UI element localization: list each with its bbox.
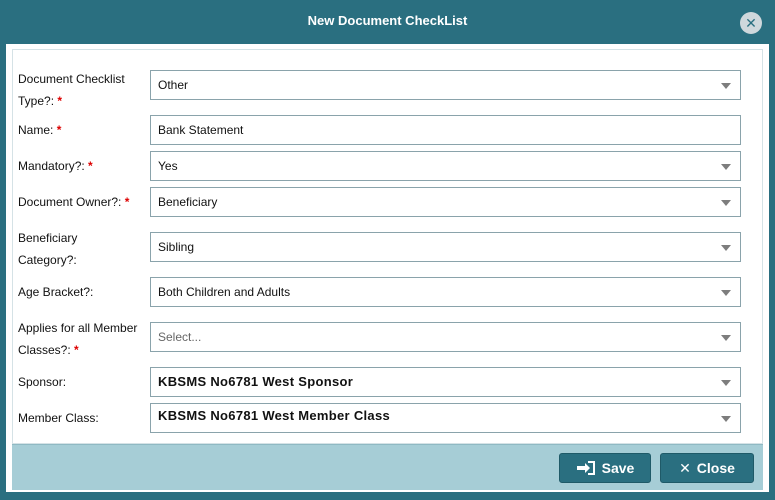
age-bracket-select[interactable]: Both Children and Adults	[150, 277, 741, 307]
member-class-label: Member Class:	[18, 411, 99, 425]
field-row-age-bracket: Age Bracket?: Both Children and Adults	[13, 277, 764, 307]
document-owner-select[interactable]: Beneficiary	[150, 187, 741, 217]
chevron-down-icon[interactable]	[721, 380, 731, 386]
document-checklist-type-label: Document Checklist Type?: *	[18, 72, 125, 108]
applies-member-classes-label: Applies for all Member Classes?: *	[18, 321, 138, 357]
chevron-down-icon[interactable]	[721, 290, 731, 296]
chevron-down-icon[interactable]	[721, 245, 731, 251]
chevron-down-icon[interactable]	[721, 83, 731, 89]
field-row-mandatory: Mandatory?: * Yes	[13, 151, 764, 181]
applies-member-classes-select[interactable]: Select...	[150, 322, 741, 352]
dialog-title: New Document CheckList	[307, 13, 468, 28]
save-button[interactable]: Save	[559, 453, 651, 483]
document-owner-label: Document Owner?: *	[18, 195, 130, 209]
form-container: Document Checklist Type?: * Other Name: …	[12, 49, 763, 444]
x-icon: ✕	[679, 460, 691, 476]
name-label: Name: *	[18, 123, 62, 137]
sponsor-label: Sponsor:	[18, 375, 67, 389]
beneficiary-category-select[interactable]: Sibling	[150, 232, 741, 262]
close-button[interactable]: ✕ Close	[660, 453, 754, 483]
chevron-down-icon[interactable]	[721, 200, 731, 206]
chevron-down-icon[interactable]	[721, 335, 731, 341]
mandatory-select[interactable]: Yes	[150, 151, 741, 181]
chevron-down-icon[interactable]	[721, 164, 731, 170]
field-row-sponsor: Sponsor: KBSMS No6781 West Sponsor	[13, 367, 764, 397]
beneficiary-category-label: Beneficiary Category?:	[18, 231, 78, 267]
field-row-document-owner: Document Owner?: * Beneficiary	[13, 187, 764, 217]
field-row-beneficiary-category: Beneficiary Category?: Sibling	[13, 231, 764, 272]
document-checklist-type-select[interactable]: Other	[150, 70, 741, 100]
mandatory-label: Mandatory?: *	[18, 159, 93, 173]
sign-in-icon	[576, 454, 596, 482]
field-row-member-class: Member Class: KBSMS No6781 West Member C…	[13, 403, 764, 433]
dialog-titlebar: New Document CheckList ✕	[0, 0, 775, 44]
dialog-footer: Save ✕ Close	[12, 444, 763, 490]
member-class-select[interactable]: KBSMS No6781 West Member Class	[150, 403, 741, 433]
age-bracket-label: Age Bracket?:	[18, 285, 94, 299]
name-input[interactable]: Bank Statement	[150, 115, 741, 145]
field-row-applies-member-classes: Applies for all Member Classes?: * Selec…	[13, 321, 764, 362]
dialog-body: Document Checklist Type?: * Other Name: …	[6, 44, 769, 492]
close-icon[interactable]: ✕	[740, 12, 762, 34]
sponsor-select[interactable]: KBSMS No6781 West Sponsor	[150, 367, 741, 397]
field-row-document-checklist-type: Document Checklist Type?: * Other	[13, 70, 764, 110]
chevron-down-icon[interactable]	[721, 416, 731, 422]
field-row-name: Name: * Bank Statement	[13, 115, 764, 145]
